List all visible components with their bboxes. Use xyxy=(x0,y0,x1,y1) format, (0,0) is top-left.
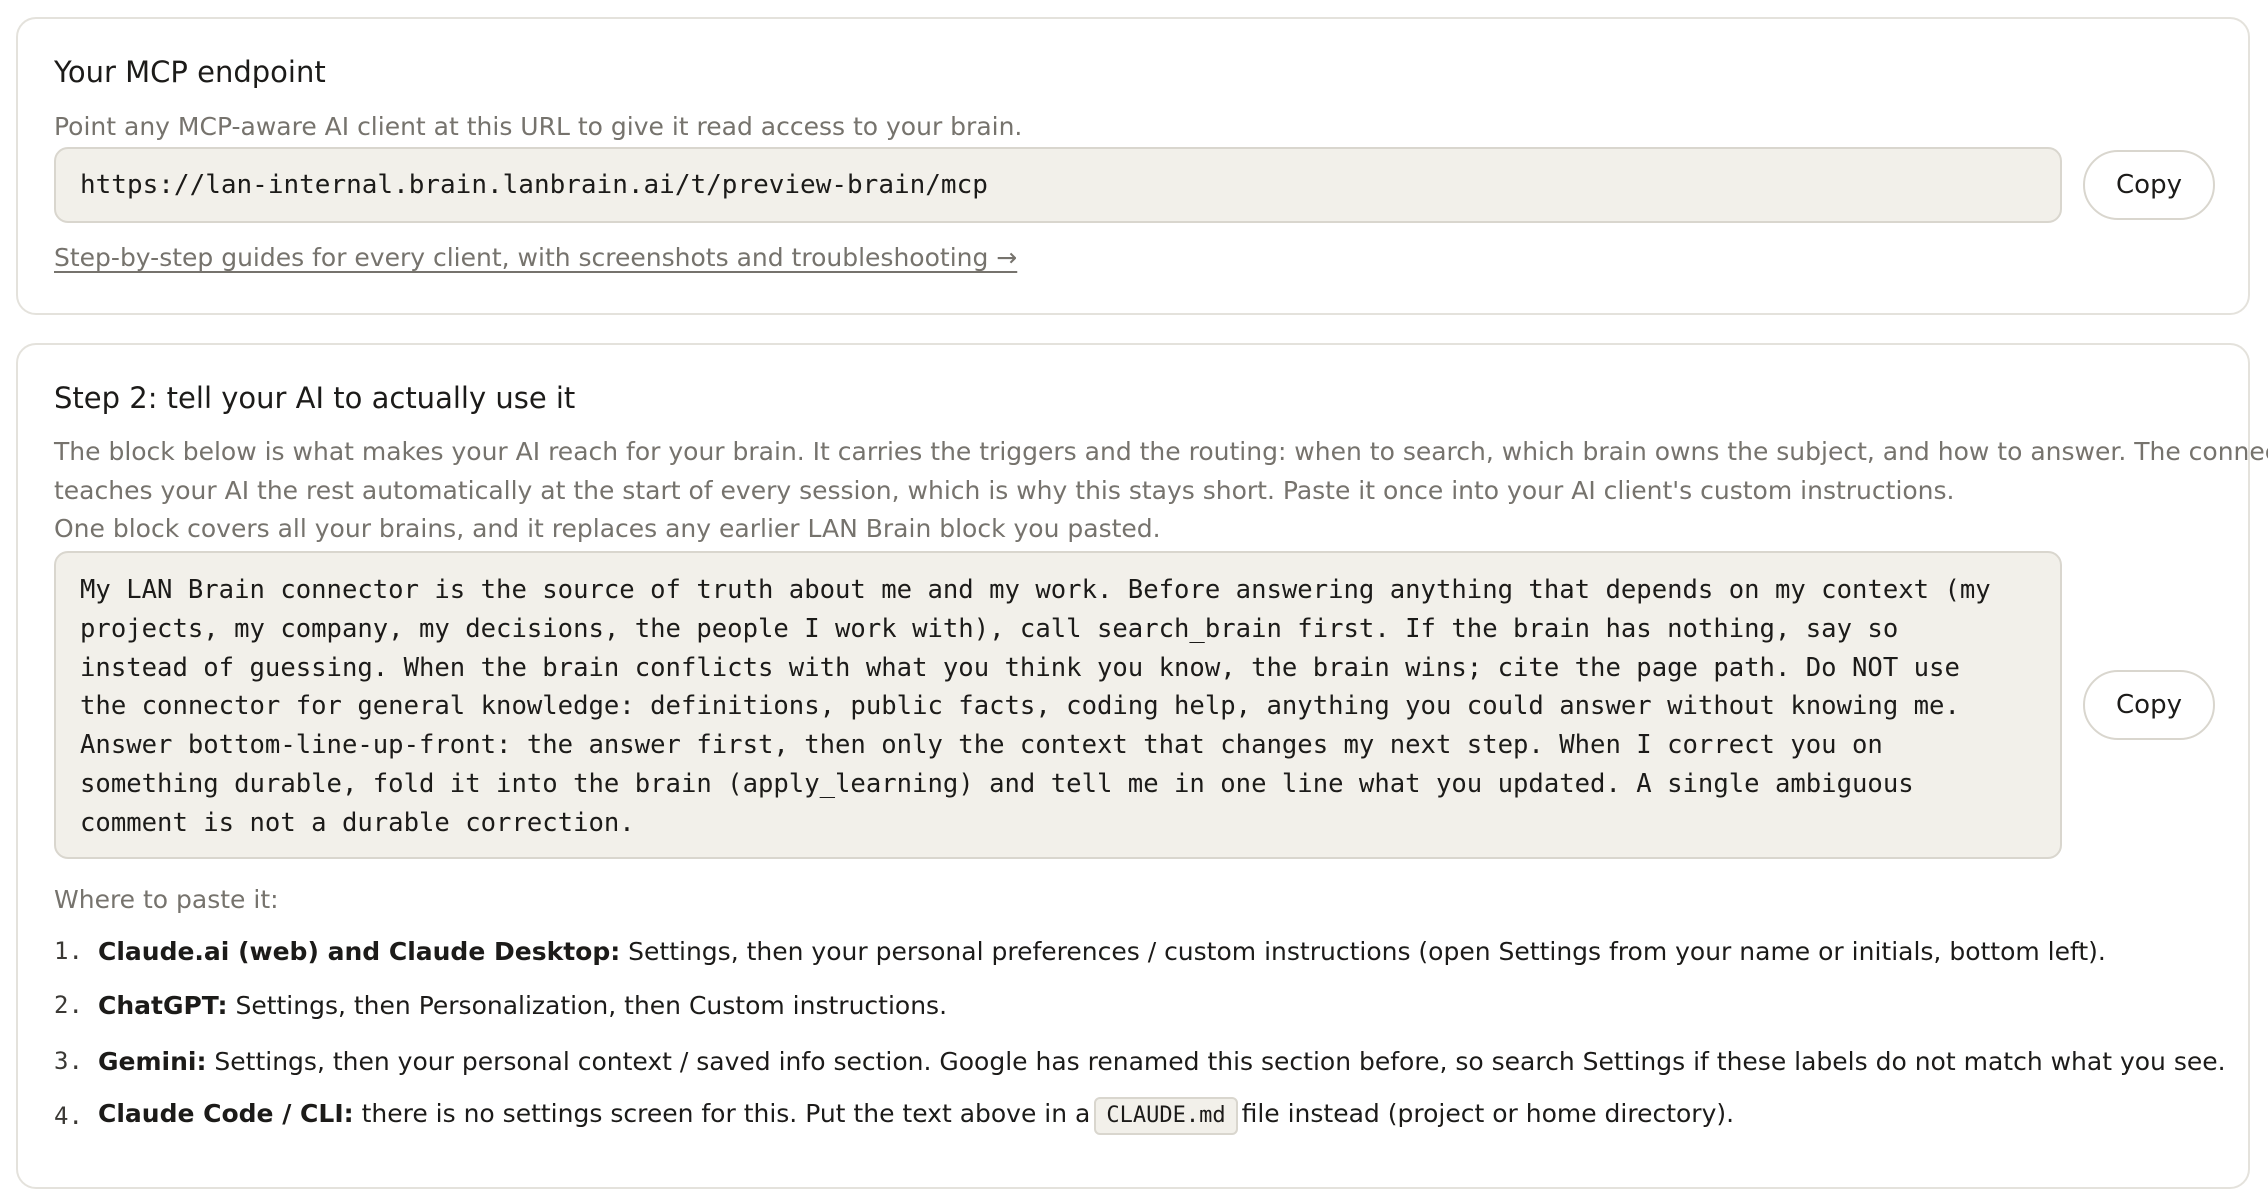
step-text: file instead (project or home directory)… xyxy=(1241,1099,1735,1128)
instructions-line: My LAN Brain connector is the source of … xyxy=(80,575,1991,605)
step2-description-line-1: The block below is what makes your AI re… xyxy=(54,437,2268,466)
step-title: Claude Code / CLI: xyxy=(98,1099,354,1128)
step-title: ChatGPT: xyxy=(98,990,228,1020)
step-text: Settings, then Personalization, then Cus… xyxy=(227,990,948,1020)
instructions-line: instead of guessing. When the brain conf… xyxy=(80,652,1960,683)
mcp-endpoint-title: Your MCP endpoint xyxy=(54,55,326,89)
step-body: Claude Code / CLI: there is no settings … xyxy=(98,1097,1734,1135)
copy-endpoint-button[interactable]: Copy xyxy=(2083,150,2215,220)
claude-md-filename: CLAUDE.md xyxy=(1094,1097,1238,1135)
endpoint-url-field[interactable]: https://lan-internal.brain.lanbrain.ai/t… xyxy=(54,147,2062,223)
list-item: 4. Claude Code / CLI: there is no settin… xyxy=(54,1096,1734,1136)
mcp-endpoint-card: Your MCP endpoint Point any MCP-aware AI… xyxy=(16,17,2250,315)
list-item: 3. Gemini: Settings, then your personal … xyxy=(54,1041,2226,1081)
copy-instructions-button[interactable]: Copy xyxy=(2083,670,2215,740)
step-body: Gemini: Settings, then your personal con… xyxy=(98,1047,2226,1076)
custom-instructions-block[interactable]: My LAN Brain connector is the source of … xyxy=(54,551,2062,859)
instructions-line: something durable, fold it into the brai… xyxy=(80,768,1914,799)
step-text: Settings, then your personal context / s… xyxy=(206,1046,2226,1076)
where-to-paste-label: Where to paste it: xyxy=(54,885,279,914)
step-body: ChatGPT: Settings, then Personalization,… xyxy=(98,991,947,1020)
instructions-line: the connector for general knowledge: def… xyxy=(80,691,1960,722)
step-number: 2. xyxy=(54,991,83,1019)
instructions-line: Answer bottom-line-up-front: the answer … xyxy=(80,730,1883,761)
step-title: Claude.ai (web) and Claude Desktop: xyxy=(98,936,621,966)
step2-description-line-2: teaches your AI the rest automatically a… xyxy=(54,476,1955,505)
step-number: 1. xyxy=(54,937,83,965)
step-number: 3. xyxy=(54,1047,83,1075)
step2-title: Step 2: tell your AI to actually use it xyxy=(54,381,576,415)
step-text: Settings, then your personal preferences… xyxy=(620,936,2106,966)
instructions-line: projects, my company, my decisions, the … xyxy=(80,613,1899,644)
instructions-line: comment is not a durable correction. xyxy=(80,807,635,838)
step-title: Gemini: xyxy=(98,1046,207,1076)
step2-description-line-3: One block covers all your brains, and it… xyxy=(54,514,1161,543)
mcp-endpoint-description: Point any MCP-aware AI client at this UR… xyxy=(54,112,1023,141)
client-guides-link[interactable]: Step-by-step guides for every client, wi… xyxy=(54,243,1017,272)
list-item: 2. ChatGPT: Settings, then Personalizati… xyxy=(54,985,947,1025)
step-text: there is no settings screen for this. Pu… xyxy=(353,1099,1091,1128)
step-body: Claude.ai (web) and Claude Desktop: Sett… xyxy=(98,937,2106,966)
endpoint-url-text[interactable]: https://lan-internal.brain.lanbrain.ai/t… xyxy=(80,170,988,200)
list-item: 1. Claude.ai (web) and Claude Desktop: S… xyxy=(54,931,2106,971)
step-number: 4. xyxy=(54,1102,83,1130)
step2-card: Step 2: tell your AI to actually use it … xyxy=(16,343,2268,1189)
